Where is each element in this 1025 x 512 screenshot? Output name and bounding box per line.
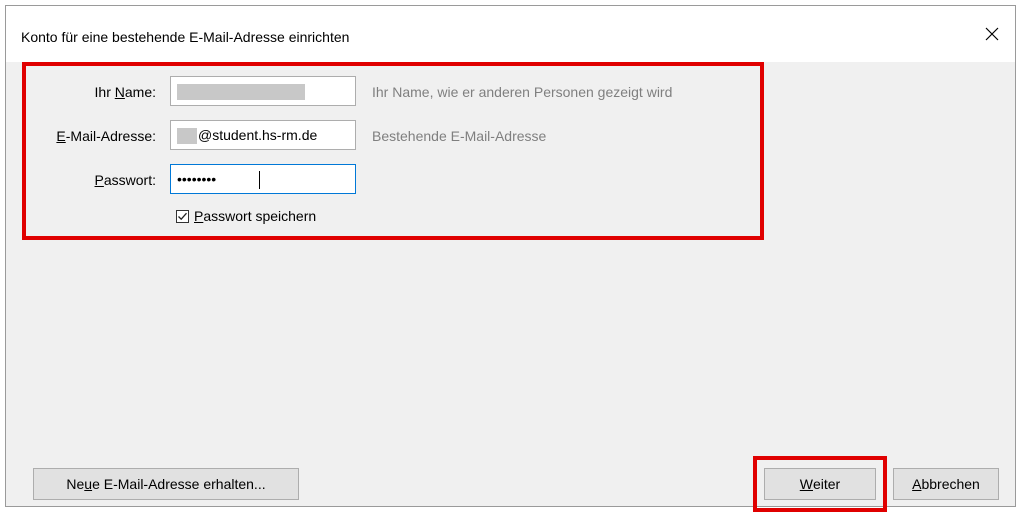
title-bar: Konto für eine bestehende E-Mail-Adresse… (6, 6, 1015, 62)
redacted-name (177, 84, 305, 100)
checkmark-icon (178, 212, 187, 221)
dialog-content: Ihr Name: Ihr Name, wie er anderen Perso… (6, 62, 1015, 512)
close-icon (985, 27, 999, 41)
cancel-button[interactable]: Abbrechen (893, 468, 999, 500)
email-input[interactable]: @student.hs-rm.de (170, 120, 356, 150)
next-button[interactable]: Weiter (764, 468, 876, 500)
new-address-button[interactable]: Ne u e E-Mail-Adresse erhalten... (33, 468, 299, 500)
text-caret (259, 171, 260, 189)
close-button[interactable] (969, 6, 1015, 62)
email-label: E-Mail-Adresse: (56, 128, 156, 144)
name-label: Ihr Name: (94, 84, 156, 100)
password-label: Passwort: (94, 172, 156, 188)
password-input[interactable]: •••••••• (170, 164, 356, 194)
password-value: •••••••• (177, 171, 217, 187)
dialog-title: Konto für eine bestehende E-Mail-Adresse… (21, 29, 350, 45)
email-hint: Bestehende E-Mail-Adresse (372, 128, 547, 144)
name-input[interactable] (170, 76, 356, 106)
redacted-email-user (177, 128, 197, 144)
name-hint: Ihr Name, wie er anderen Personen gezeig… (372, 84, 673, 100)
save-password-label[interactable]: Passwort speichern (194, 208, 316, 224)
email-domain: @student.hs-rm.de (198, 127, 318, 143)
account-setup-dialog: Konto für eine bestehende E-Mail-Adresse… (5, 5, 1016, 512)
save-password-checkbox[interactable] (176, 210, 189, 223)
